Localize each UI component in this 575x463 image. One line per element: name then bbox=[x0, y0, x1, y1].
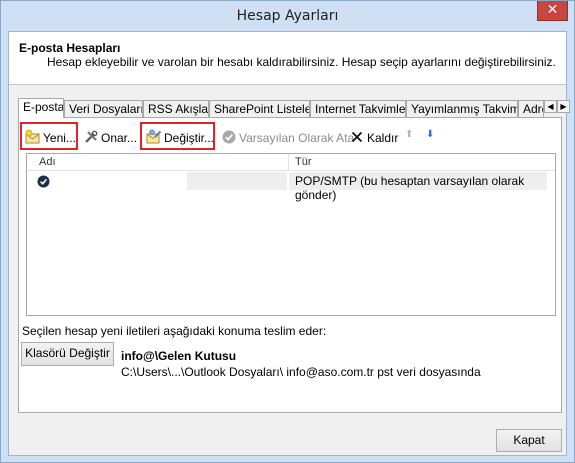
chevron-left-icon: ◀ bbox=[547, 102, 554, 111]
change-folder-button[interactable]: Klasörü Değiştir bbox=[21, 342, 114, 366]
tab-published-calendars[interactable]: Yayımlanmış Takvimler bbox=[406, 100, 518, 117]
chevron-right-icon: ▶ bbox=[560, 102, 567, 111]
tab-scroll-left-button[interactable]: ◀ bbox=[544, 100, 557, 113]
column-header-name[interactable]: Adı bbox=[39, 156, 56, 168]
change-button[interactable]: Değiştir... bbox=[146, 126, 217, 148]
remove-button[interactable]: Kaldır bbox=[349, 126, 401, 148]
column-header-type[interactable]: Tür bbox=[295, 156, 312, 168]
default-account-check-icon bbox=[37, 175, 50, 188]
repair-label: Onar... bbox=[101, 131, 138, 145]
window-close-button[interactable]: ✕ bbox=[537, 1, 568, 21]
tab-internet-calendars[interactable]: Internet Takvimleri bbox=[310, 100, 406, 117]
set-default-button[interactable]: Varsayılan Olarak Ata bbox=[221, 126, 357, 148]
tab-rss-feeds[interactable]: RSS Akışları bbox=[143, 100, 209, 117]
move-down-button[interactable]: ⬇ bbox=[426, 126, 437, 148]
new-email-icon bbox=[25, 129, 40, 144]
account-row[interactable]: POP/SMTP (bu hesaptan varsayılan olarak … bbox=[27, 172, 555, 202]
tab-sharepoint-lists[interactable]: SharePoint Listeleri bbox=[209, 100, 310, 117]
repair-button[interactable]: Onar... bbox=[83, 126, 140, 148]
account-settings-window: Hesap Ayarları ✕ E-posta Hesapları Hesap… bbox=[0, 0, 575, 463]
move-up-button[interactable]: ⬆ bbox=[405, 126, 416, 148]
dialog-body: E-posta Hesapları Hesap ekleyebilir ve v… bbox=[8, 31, 570, 456]
window-title: Hesap Ayarları bbox=[236, 8, 339, 24]
delivery-description: Seçilen hesap yeni iletileri aşağıdaki k… bbox=[22, 324, 327, 338]
account-type-cell: POP/SMTP (bu hesaptan varsayılan olarak … bbox=[295, 174, 525, 202]
set-default-label: Varsayılan Olarak Ata bbox=[239, 131, 355, 145]
tab-data-files[interactable]: Veri Dosyaları bbox=[64, 100, 143, 117]
tab-scroll-right-button[interactable]: ▶ bbox=[557, 100, 570, 113]
tab-email[interactable]: E-posta bbox=[18, 98, 64, 118]
check-circle-icon bbox=[222, 130, 236, 144]
account-list[interactable]: Adı Tür POP/SMTP (bu hesaptan varsayılan… bbox=[26, 153, 556, 316]
close-dialog-button[interactable]: Kapat bbox=[496, 429, 562, 452]
repair-tools-icon bbox=[85, 130, 98, 143]
new-account-label: Yeni... bbox=[43, 131, 76, 145]
delivery-folder-path: C:\Users\...\Outlook Dosyaları\ info@aso… bbox=[121, 365, 481, 379]
dialog-header: E-posta Hesapları Hesap ekleyebilir ve v… bbox=[9, 32, 566, 85]
close-x-icon bbox=[351, 131, 363, 143]
column-divider[interactable] bbox=[288, 154, 289, 171]
remove-label: Kaldır bbox=[367, 131, 399, 145]
section-title: E-posta Hesapları bbox=[19, 41, 121, 55]
change-label: Değiştir... bbox=[164, 131, 215, 145]
title-bar: Hesap Ayarları ✕ bbox=[1, 1, 574, 31]
close-icon: ✕ bbox=[546, 2, 559, 18]
tab-address-books[interactable]: Adre bbox=[518, 100, 544, 117]
section-description: Hesap ekleyebilir ve varolan bir hesabı … bbox=[47, 55, 556, 69]
new-account-button[interactable]: Yeni... bbox=[25, 126, 79, 148]
delivery-folder-name: info@\Gelen Kutusu bbox=[121, 349, 237, 363]
account-toolbar: Yeni... Onar... Değiştir... Varsayılan O… bbox=[19, 118, 561, 152]
tab-strip: E-posta Veri Dosyaları RSS Akışları Shar… bbox=[18, 98, 570, 118]
account-name-cell bbox=[187, 172, 287, 190]
arrow-down-icon: ⬇ bbox=[426, 129, 435, 140]
account-list-header: Adı Tür bbox=[27, 154, 555, 171]
change-account-icon bbox=[146, 129, 162, 144]
arrow-up-icon: ⬆ bbox=[405, 129, 414, 140]
